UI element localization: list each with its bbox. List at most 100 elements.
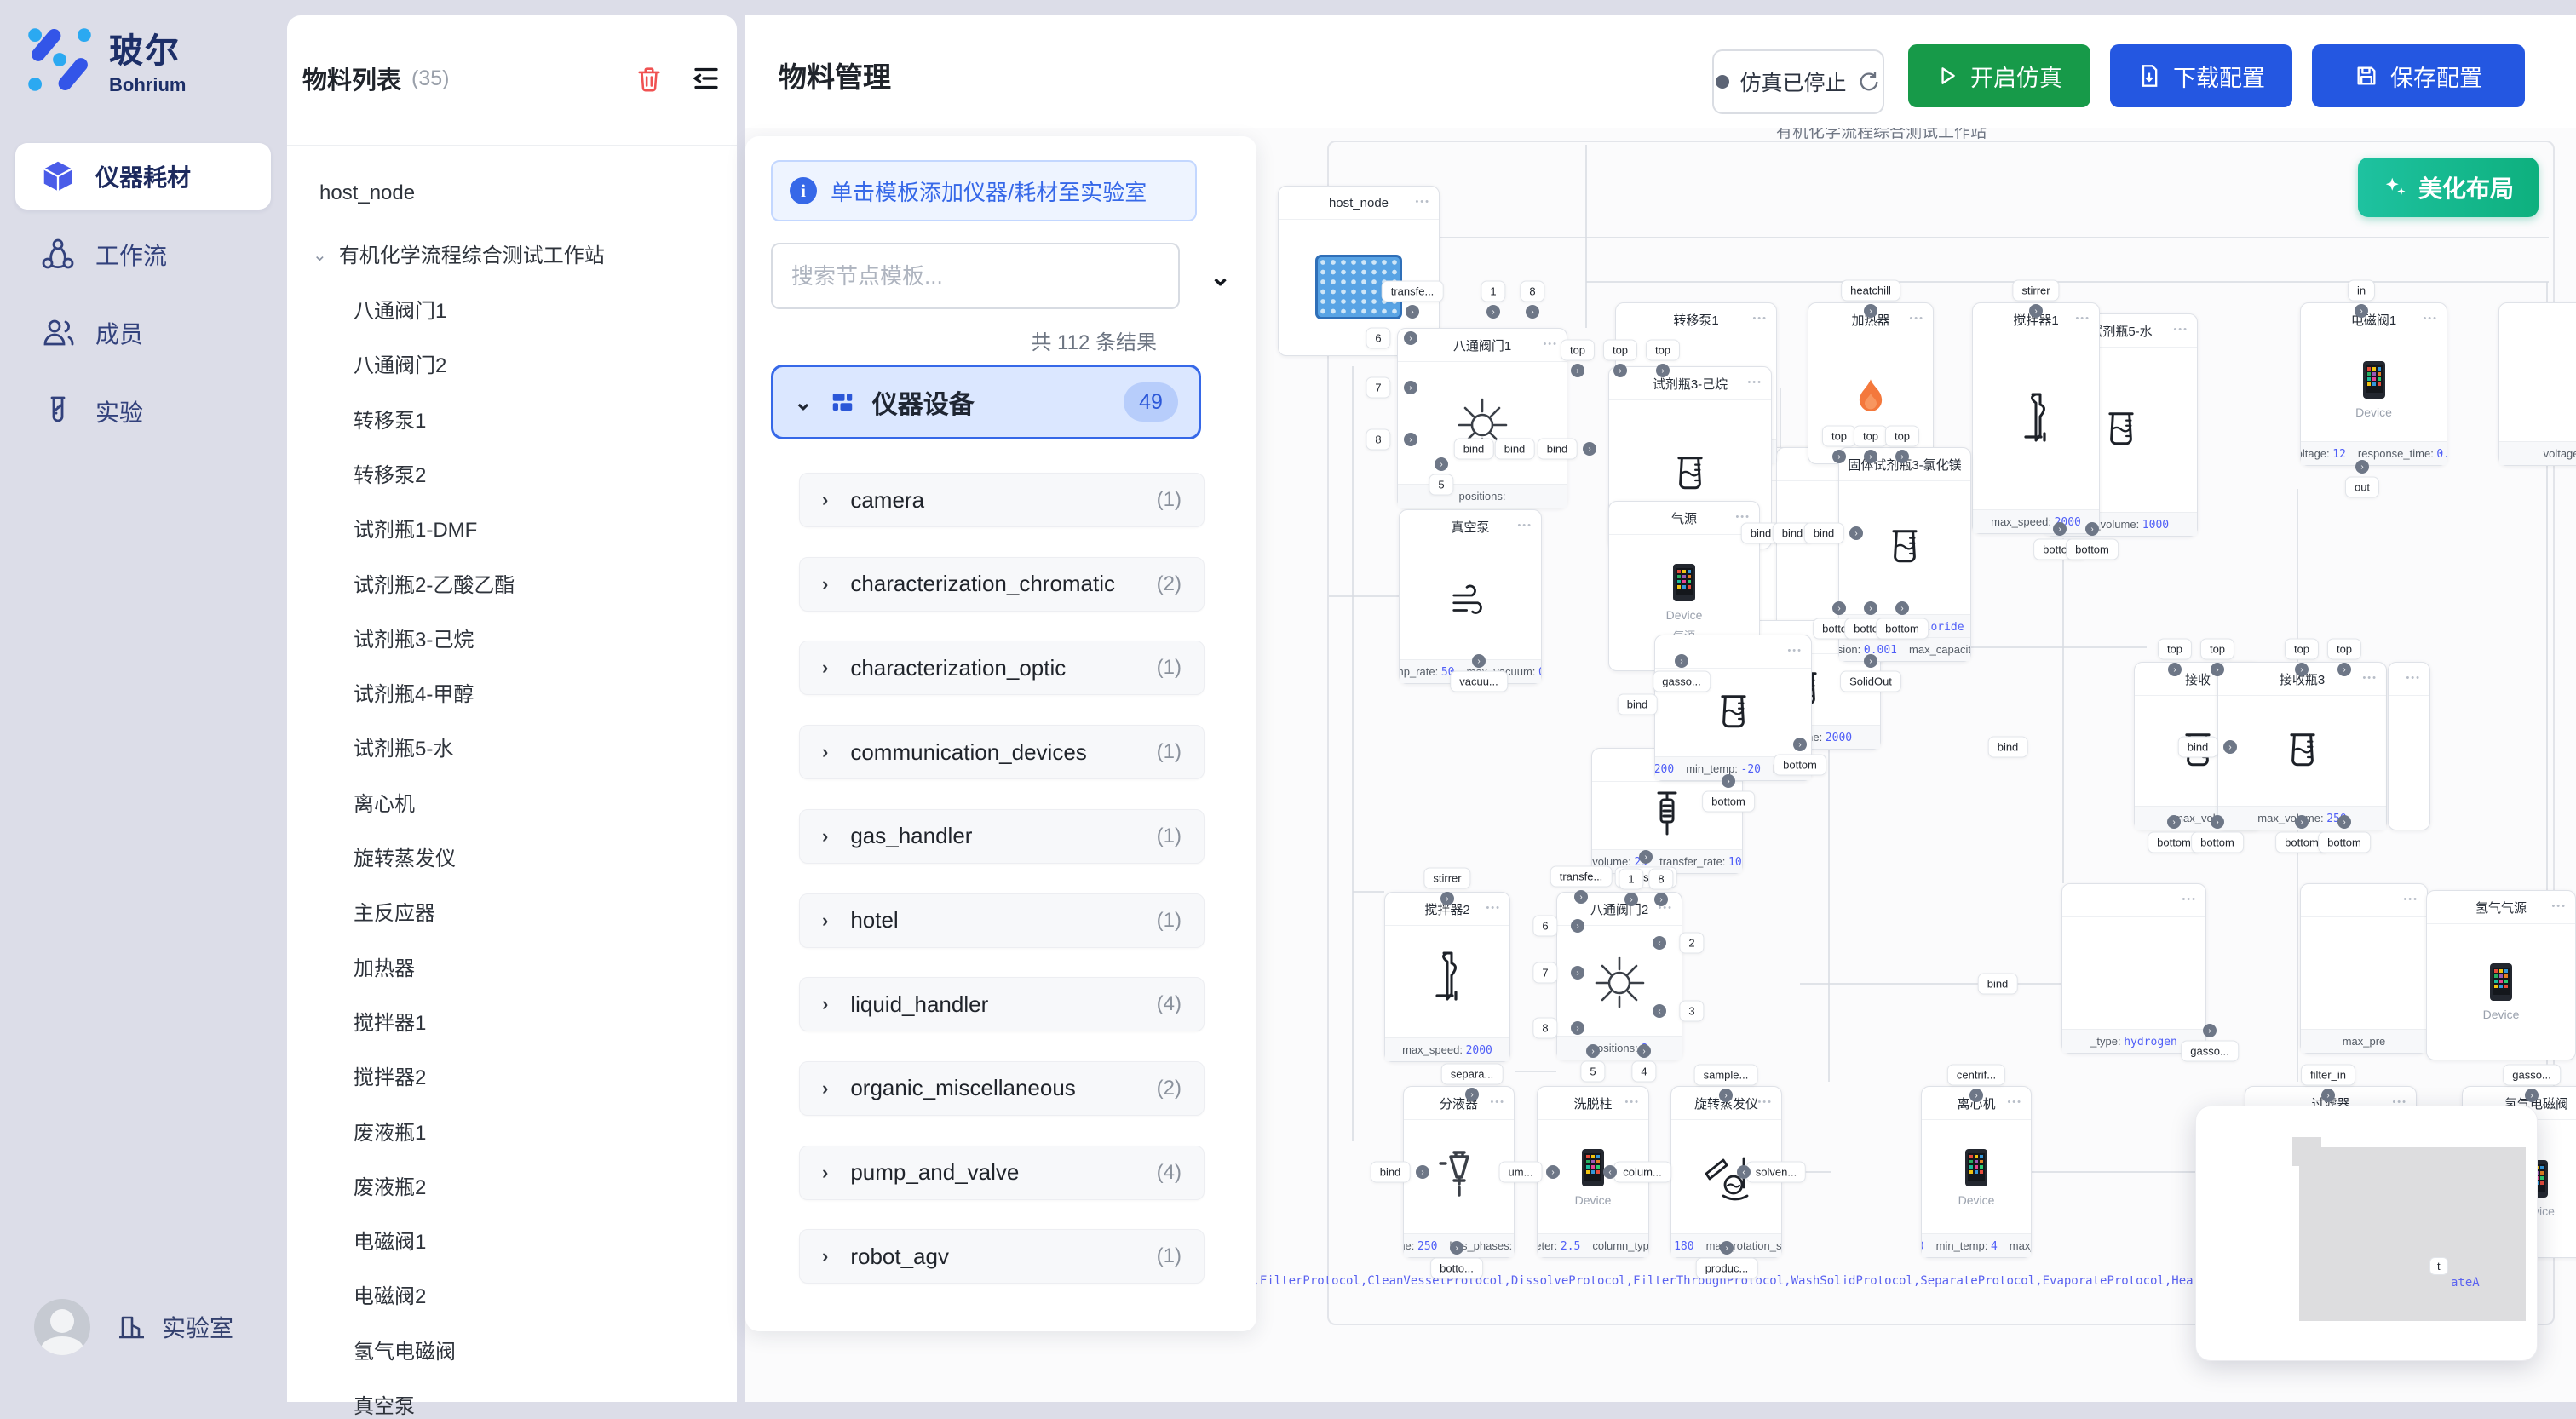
- node-menu-icon[interactable]: •••: [1747, 377, 1762, 388]
- tree-item[interactable]: 离心机: [354, 787, 415, 817]
- port-6[interactable]: 6: [1366, 328, 1390, 349]
- port-1[interactable]: 1: [1619, 869, 1643, 890]
- port-handle[interactable]: ›: [2525, 1089, 2539, 1102]
- port-bind[interactable]: bind: [1495, 439, 1535, 460]
- port-5[interactable]: 5: [1580, 1061, 1605, 1083]
- port-handle[interactable]: ›: [1624, 893, 1638, 906]
- port-handle[interactable]: ›: [1832, 450, 1846, 463]
- tree-item[interactable]: 试剂瓶4-甲醇: [354, 677, 474, 707]
- port-top[interactable]: top: [1822, 426, 1856, 447]
- tree-item[interactable]: 试剂瓶1-DMF: [354, 513, 477, 543]
- start-simulation-button[interactable]: 开启仿真: [1908, 44, 2090, 107]
- port-handle[interactable]: ›: [1719, 1089, 1733, 1102]
- tree-item[interactable]: 氢气电磁阀: [354, 1335, 456, 1364]
- tree-item[interactable]: 八通阀门2: [354, 348, 446, 378]
- port-handle[interactable]: ›: [1654, 893, 1668, 906]
- subcategory-camera[interactable]: ›camera(1): [799, 473, 1205, 527]
- port-bind[interactable]: bind: [1538, 439, 1578, 460]
- node-menu-icon[interactable]: •••: [1415, 197, 1430, 207]
- port-handle[interactable]: ›: [1404, 433, 1417, 446]
- node-八通阀门1[interactable]: 八通阀门1•••positions:: [1397, 328, 1567, 508]
- port-handle[interactable]: ›: [1720, 1241, 1734, 1255]
- port-handle[interactable]: ‹: [1653, 1004, 1666, 1018]
- port-handle[interactable]: ›: [2211, 815, 2224, 829]
- port-handle[interactable]: ›: [1472, 654, 1486, 668]
- tree-item[interactable]: 试剂瓶5-水: [354, 732, 453, 761]
- port-handle[interactable]: ›: [2085, 522, 2099, 536]
- port-bottom[interactable]: bottom: [2191, 832, 2244, 853]
- port-handle[interactable]: ›: [2029, 304, 2043, 318]
- port-handle[interactable]: ›: [1526, 305, 1539, 319]
- tree-item[interactable]: 转移泵2: [354, 458, 426, 488]
- minimap[interactable]: [2195, 1106, 2538, 1361]
- port-handle[interactable]: ›: [2223, 740, 2237, 754]
- port-handle[interactable]: ›: [2337, 663, 2351, 676]
- tree-item[interactable]: 主反应器: [354, 896, 435, 926]
- node-card[interactable]: •••_type: hydrogen: [2061, 883, 2206, 1054]
- node-离心机[interactable]: 离心机•••Devicep: 40min_temp: 4max_spe: [1921, 1086, 2032, 1258]
- port-out[interactable]: out: [2345, 477, 2379, 498]
- port-in[interactable]: in: [2348, 280, 2375, 302]
- port-handle[interactable]: ‹: [1603, 1165, 1617, 1179]
- port-handle[interactable]: ›: [1864, 450, 1877, 463]
- port-8[interactable]: 8: [1366, 429, 1390, 451]
- port-gasso[interactable]: gasso...: [1653, 671, 1711, 692]
- node-menu-icon[interactable]: •••: [1787, 646, 1803, 656]
- save-config-button[interactable]: 保存配置: [2312, 44, 2525, 107]
- node-menu-icon[interactable]: •••: [1946, 458, 1962, 468]
- port-transfe[interactable]: transfe...: [1382, 281, 1444, 302]
- port-gasso[interactable]: gasso...: [2181, 1041, 2239, 1062]
- port-handle[interactable]: ›: [2355, 304, 2368, 318]
- node-card[interactable]: •••: [2388, 662, 2430, 830]
- port-handle[interactable]: ›: [1864, 304, 1877, 318]
- port-solven[interactable]: solven...: [1746, 1162, 1806, 1183]
- node-menu-icon[interactable]: •••: [2182, 894, 2197, 905]
- port-handle[interactable]: ›: [1583, 442, 1596, 456]
- node-menu-icon[interactable]: •••: [1624, 1097, 1640, 1107]
- port-handle[interactable]: ›: [1546, 1165, 1560, 1179]
- search-input[interactable]: [771, 243, 1180, 309]
- port-top[interactable]: top: [2285, 639, 2319, 660]
- port-handle[interactable]: ›: [1637, 1044, 1651, 1058]
- port-handle[interactable]: ›: [1895, 450, 1909, 463]
- node-menu-icon[interactable]: •••: [1490, 1097, 1505, 1107]
- port-handle[interactable]: ›: [1613, 364, 1627, 377]
- tree-item[interactable]: 搅拌器2: [354, 1060, 426, 1090]
- tree-item[interactable]: 搅拌器1: [354, 1006, 426, 1036]
- port-bind[interactable]: bind: [1804, 523, 1844, 544]
- port-bottom[interactable]: bottom: [2318, 832, 2371, 853]
- port-handle[interactable]: ›: [1416, 1165, 1429, 1179]
- sidebar-item-工作流[interactable]: 工作流: [15, 221, 271, 288]
- port-bind[interactable]: bind: [1618, 694, 1658, 715]
- node-menu-icon[interactable]: •••: [2423, 313, 2438, 324]
- node-menu-icon[interactable]: •••: [1909, 313, 1924, 324]
- tree-item-group[interactable]: ⌄有机化学流程综合测试工作站: [313, 238, 605, 268]
- port-7[interactable]: 7: [1366, 377, 1390, 399]
- port-heatchill[interactable]: heatchill: [1841, 280, 1900, 302]
- sidebar-item-实验[interactable]: 实验: [15, 378, 271, 445]
- port-handle[interactable]: ›: [1722, 774, 1735, 788]
- node-氢气气源[interactable]: 氢气气源•••Device: [2426, 890, 2576, 1060]
- node-menu-icon[interactable]: •••: [2403, 894, 2418, 905]
- port-handle[interactable]: ›: [2203, 1024, 2217, 1037]
- port-2[interactable]: 2: [1679, 933, 1704, 954]
- port-filter_in[interactable]: filter_in: [2301, 1065, 2355, 1086]
- port-handle[interactable]: ›: [1574, 890, 1588, 904]
- port-bind[interactable]: bind: [1454, 439, 1494, 460]
- port-handle[interactable]: ›: [1406, 305, 1419, 319]
- port-botto[interactable]: botto...: [1430, 1258, 1483, 1279]
- port-bottom[interactable]: bottom: [1774, 755, 1826, 776]
- subcategory-organic_miscellaneous[interactable]: ›organic_miscellaneous(2): [799, 1061, 1205, 1116]
- port-handle[interactable]: ›: [1571, 1021, 1584, 1035]
- port-top[interactable]: top: [1603, 340, 1637, 361]
- port-top[interactable]: top: [2158, 639, 2192, 660]
- port-handle[interactable]: ›: [1895, 601, 1909, 615]
- tree-item[interactable]: 加热器: [354, 951, 415, 981]
- port-handle[interactable]: ›: [1465, 1088, 1479, 1101]
- port-handle[interactable]: ›: [2295, 815, 2309, 829]
- subcategory-gas_handler[interactable]: ›gas_handler(1): [799, 809, 1205, 864]
- chevron-down-icon[interactable]: ⌄: [1210, 262, 1231, 292]
- tree-item[interactable]: 转移泵1: [354, 404, 426, 434]
- tree-item[interactable]: 试剂瓶2-乙酸乙酯: [354, 568, 515, 598]
- port-sample[interactable]: sample...: [1694, 1065, 1758, 1086]
